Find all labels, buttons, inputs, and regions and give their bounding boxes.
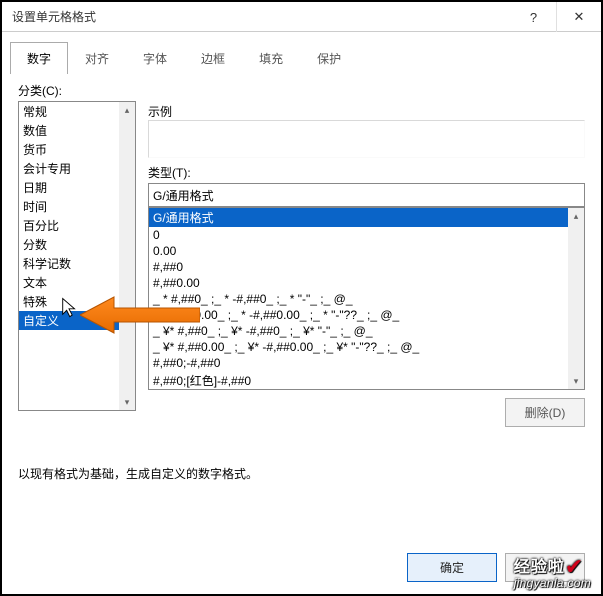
category-item-percentage[interactable]: 百分比: [19, 216, 135, 235]
category-item-currency[interactable]: 货币: [19, 140, 135, 159]
format-item[interactable]: G/通用格式: [149, 208, 584, 227]
delete-button[interactable]: 删除(D): [505, 398, 585, 427]
sample-box: [148, 120, 585, 158]
cancel-button[interactable]: 取消: [505, 553, 585, 582]
help-button[interactable]: ?: [511, 2, 556, 32]
description-text: 以现有格式为基础，生成自定义的数字格式。: [2, 465, 601, 482]
tab-protection[interactable]: 保护: [300, 42, 358, 74]
tab-strip: 数字 对齐 字体 边框 填充 保护: [2, 32, 601, 74]
category-item-scientific[interactable]: 科学记数: [19, 254, 135, 273]
category-label: 分类(C):: [18, 82, 585, 99]
format-item[interactable]: #,##0: [149, 259, 584, 275]
format-item[interactable]: _ * #,##0_ ;_ * -#,##0_ ;_ * "-"_ ;_ @_: [149, 291, 584, 307]
category-item-date[interactable]: 日期: [19, 178, 135, 197]
sample-label: 示例: [148, 103, 585, 120]
right-panel: 示例 类型(T): G/通用格式 G/通用格式 0 0.00 #,##0 #,#…: [148, 101, 585, 427]
category-item-time[interactable]: 时间: [19, 197, 135, 216]
category-item-number[interactable]: 数值: [19, 121, 135, 140]
type-label: 类型(T):: [148, 164, 585, 181]
annotation-arrow-icon: [80, 295, 200, 335]
format-item[interactable]: 0: [149, 227, 584, 243]
format-item[interactable]: _ * #,##0.00_ ;_ * -#,##0.00_ ;_ * "-"??…: [149, 307, 584, 323]
scroll-up-icon[interactable]: ▴: [119, 102, 135, 118]
scroll-up-icon[interactable]: ▴: [568, 208, 584, 224]
tab-fill[interactable]: 填充: [242, 42, 300, 74]
format-item[interactable]: #,##0;-#,##0: [149, 355, 584, 371]
format-item[interactable]: _ ¥* #,##0.00_ ;_ ¥* -#,##0.00_ ;_ ¥* "-…: [149, 339, 584, 355]
cursor-icon: [61, 297, 77, 319]
category-item-text[interactable]: 文本: [19, 273, 135, 292]
category-scrollbar[interactable]: ▴ ▾: [119, 102, 135, 410]
category-listbox[interactable]: 常规 数值 货币 会计专用 日期 时间 百分比 分数 科学记数 文本 特殊 自定…: [18, 101, 136, 411]
window-title: 设置单元格格式: [12, 8, 96, 25]
title-bar: 设置单元格格式 ? ✕: [2, 2, 601, 32]
tab-number[interactable]: 数字: [10, 42, 68, 74]
format-item[interactable]: #,##0.00: [149, 275, 584, 291]
close-button[interactable]: ✕: [556, 2, 601, 32]
format-listbox[interactable]: G/通用格式 0 0.00 #,##0 #,##0.00 _ * #,##0_ …: [148, 207, 585, 390]
format-item[interactable]: 0.00: [149, 243, 584, 259]
scroll-down-icon[interactable]: ▾: [119, 394, 135, 410]
content-area: 分类(C): 常规 数值 货币 会计专用 日期 时间 百分比 分数 科学记数 文…: [2, 74, 601, 435]
format-item[interactable]: #,##0;[红色]-#,##0: [149, 371, 584, 390]
tab-font[interactable]: 字体: [126, 42, 184, 74]
category-item-accounting[interactable]: 会计专用: [19, 159, 135, 178]
footer-buttons: 确定 取消: [407, 553, 585, 582]
window-controls: ? ✕: [511, 2, 601, 32]
category-item-general[interactable]: 常规: [19, 102, 135, 121]
type-input-value: G/通用格式: [153, 187, 214, 204]
type-input[interactable]: G/通用格式: [148, 183, 585, 207]
scroll-down-icon[interactable]: ▾: [568, 373, 584, 389]
tab-alignment[interactable]: 对齐: [68, 42, 126, 74]
format-scrollbar[interactable]: ▴ ▾: [568, 208, 584, 389]
ok-button[interactable]: 确定: [407, 553, 497, 582]
tab-border[interactable]: 边框: [184, 42, 242, 74]
category-item-fraction[interactable]: 分数: [19, 235, 135, 254]
format-item[interactable]: _ ¥* #,##0_ ;_ ¥* -#,##0_ ;_ ¥* "-"_ ;_ …: [149, 323, 584, 339]
